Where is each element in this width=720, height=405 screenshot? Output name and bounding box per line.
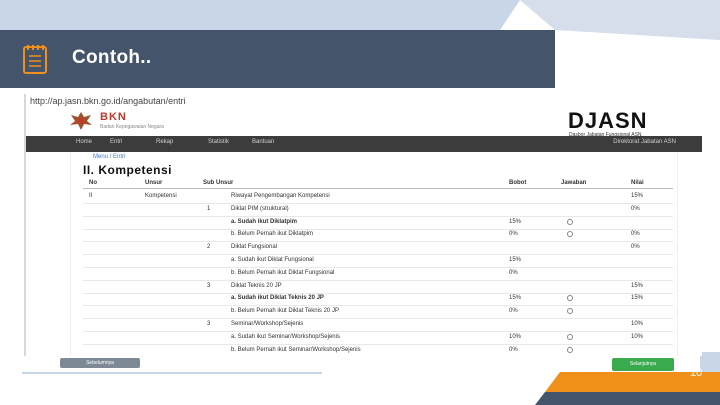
section-title: II. Kompetensi bbox=[83, 163, 173, 177]
table-cell-sub: a. Sudah ikut Diklat Fungsional bbox=[231, 257, 314, 263]
table-cell-sub: a. Sudah ikut Diklat Teknis 20 JP bbox=[231, 295, 324, 302]
table-cell-sub-no: 3 bbox=[207, 282, 211, 289]
bkn-logo-text: BKN bbox=[100, 111, 127, 123]
breadcrumb[interactable]: Menu / Entri bbox=[93, 154, 125, 160]
bottom-divider bbox=[22, 372, 322, 374]
table-header-unsur: Unsur bbox=[145, 180, 163, 186]
table-cell-sub: b. Belum Pernah ikut Seminar/Workshop/Se… bbox=[231, 346, 361, 353]
table-cell-bobot: 15% bbox=[509, 218, 522, 225]
table-cell-sub: Diklat Fungsional bbox=[231, 244, 278, 251]
nav-item-entri[interactable]: Entri bbox=[110, 139, 122, 145]
table-cell-nilai: 0% bbox=[631, 244, 640, 251]
table-cell-bobot: 0% bbox=[509, 346, 518, 353]
nav-user-menu[interactable]: Direktorat Jabatan ASN bbox=[613, 139, 676, 145]
table-cell-nilai: 15% bbox=[631, 193, 644, 199]
url-bar[interactable]: http://ap.jasn.bkn.go.id/angabutan/entri bbox=[26, 94, 702, 108]
table-cell-bobot: 0% bbox=[509, 269, 518, 276]
table-cell-no: II bbox=[89, 193, 93, 199]
table-cell-nilai: 15% bbox=[631, 295, 644, 302]
table-cell-sub-no: 2 bbox=[207, 244, 211, 251]
bottom-right-light-decoration bbox=[700, 352, 720, 372]
table-cell-bobot: 0% bbox=[509, 308, 518, 315]
answer-radio[interactable] bbox=[567, 295, 573, 302]
table-cell-bobot: 10% bbox=[509, 333, 522, 340]
table-cell-sub: Diklat PIM (struktural) bbox=[231, 205, 289, 212]
table-cell-nilai: 0% bbox=[631, 231, 640, 238]
table-header-no: No bbox=[89, 180, 97, 186]
page-number: 10 bbox=[690, 367, 703, 379]
answer-radio[interactable] bbox=[567, 231, 573, 238]
slide-title: Contoh.. bbox=[72, 47, 152, 68]
notepad-icon bbox=[23, 45, 47, 74]
table-cell-sub-no: 3 bbox=[207, 321, 211, 327]
table-cell-sub: Diklat Teknis 20 JP bbox=[231, 282, 282, 289]
slide: Contoh.. http://ap.jasn.bkn.go.id/angabu… bbox=[0, 0, 720, 405]
table-cell-bobot: 15% bbox=[509, 295, 522, 302]
table-cell-sub: Riwayat Pengembangan Kompetensi bbox=[231, 193, 330, 199]
top-band-decoration bbox=[0, 0, 520, 30]
table-header-divider bbox=[83, 188, 673, 189]
garuda-logo-icon bbox=[70, 112, 92, 130]
main-content: Menu / Entri II. Kompetensi No Unsur Sub… bbox=[70, 152, 678, 356]
table-cell-sub-no: 1 bbox=[207, 205, 211, 212]
brand-header: BKN Badan Kepegawaian Negara DJASN Dasbo… bbox=[26, 108, 702, 138]
table-cell-unsur: Kompetensi bbox=[145, 193, 177, 199]
answer-radio[interactable] bbox=[567, 346, 573, 353]
app-name: DJASN bbox=[568, 108, 648, 133]
table-header-jawaban: Jawaban bbox=[561, 180, 587, 186]
nav-item-home[interactable]: Home bbox=[76, 139, 92, 145]
answer-radio[interactable] bbox=[567, 308, 573, 315]
table-cell-nilai: 0% bbox=[631, 205, 640, 212]
table-cell-sub: b. Belum Pernah ikut Diklat Fungsional bbox=[231, 269, 335, 276]
table-header-nilai: Nilai bbox=[631, 180, 644, 186]
table-header-sub-unsur: Sub Unsur bbox=[203, 180, 234, 186]
table-cell-sub: Seminar/Workshop/Sejenis bbox=[231, 321, 304, 327]
table-cell-sub: b. Belum Pernah ikut Diklat Teknis 20 JP bbox=[231, 308, 339, 315]
nav-item-rekap[interactable]: Rekap bbox=[156, 139, 173, 145]
table-row: b. Belum Pernah ikut Seminar/Workshop/Se… bbox=[83, 344, 673, 356]
embedded-screenshot: http://ap.jasn.bkn.go.id/angabutan/entri… bbox=[24, 94, 702, 356]
table-cell-sub: b. Belum Pernah ikut Diklatpim bbox=[231, 231, 314, 238]
answer-radio[interactable] bbox=[567, 218, 573, 225]
table-cell-sub: a. Sudah ikut Diklatpim bbox=[231, 218, 298, 225]
table-cell-bobot: 0% bbox=[509, 231, 518, 238]
top-nav: Home Entri Rekap Statistik Bantuan Direk… bbox=[26, 136, 702, 152]
answer-radio[interactable] bbox=[567, 333, 573, 340]
table-cell-nilai: 10% bbox=[631, 333, 644, 340]
table-cell-sub: a. Sudah ikut Seminar/Workshop/Sejenis bbox=[231, 333, 340, 340]
table-cell-nilai: 10% bbox=[631, 321, 644, 327]
table-header-bobot: Bobot bbox=[509, 180, 527, 186]
nav-item-statistik[interactable]: Statistik bbox=[208, 139, 229, 145]
table-cell-nilai: 15% bbox=[631, 282, 644, 289]
previous-button[interactable]: Sebelumnya bbox=[60, 358, 140, 368]
nav-item-bantuan[interactable]: Bantuan bbox=[252, 139, 274, 145]
bkn-logo-subtext: Badan Kepegawaian Negara bbox=[100, 124, 164, 130]
title-bar: Contoh.. bbox=[0, 30, 555, 88]
bottom-dark-band bbox=[535, 392, 720, 405]
table-cell-bobot: 15% bbox=[509, 257, 522, 263]
next-button[interactable]: Selanjutnya bbox=[612, 358, 674, 371]
